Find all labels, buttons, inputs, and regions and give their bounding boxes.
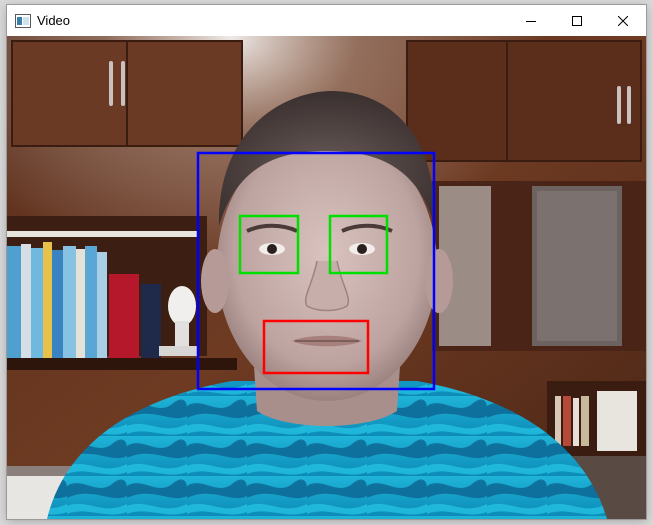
video-window: Video xyxy=(7,5,646,519)
minimize-button[interactable] xyxy=(508,5,554,36)
maximize-button[interactable] xyxy=(554,5,600,36)
title-bar[interactable]: Video xyxy=(7,5,646,36)
video-frame xyxy=(7,36,646,519)
window-title: Video xyxy=(37,13,71,28)
minimize-icon xyxy=(526,20,536,22)
close-icon xyxy=(618,15,628,26)
close-button[interactable] xyxy=(600,5,646,36)
webcam-image xyxy=(7,36,646,519)
window-controls xyxy=(508,5,646,36)
app-window-icon xyxy=(15,13,31,29)
maximize-icon xyxy=(572,15,582,26)
